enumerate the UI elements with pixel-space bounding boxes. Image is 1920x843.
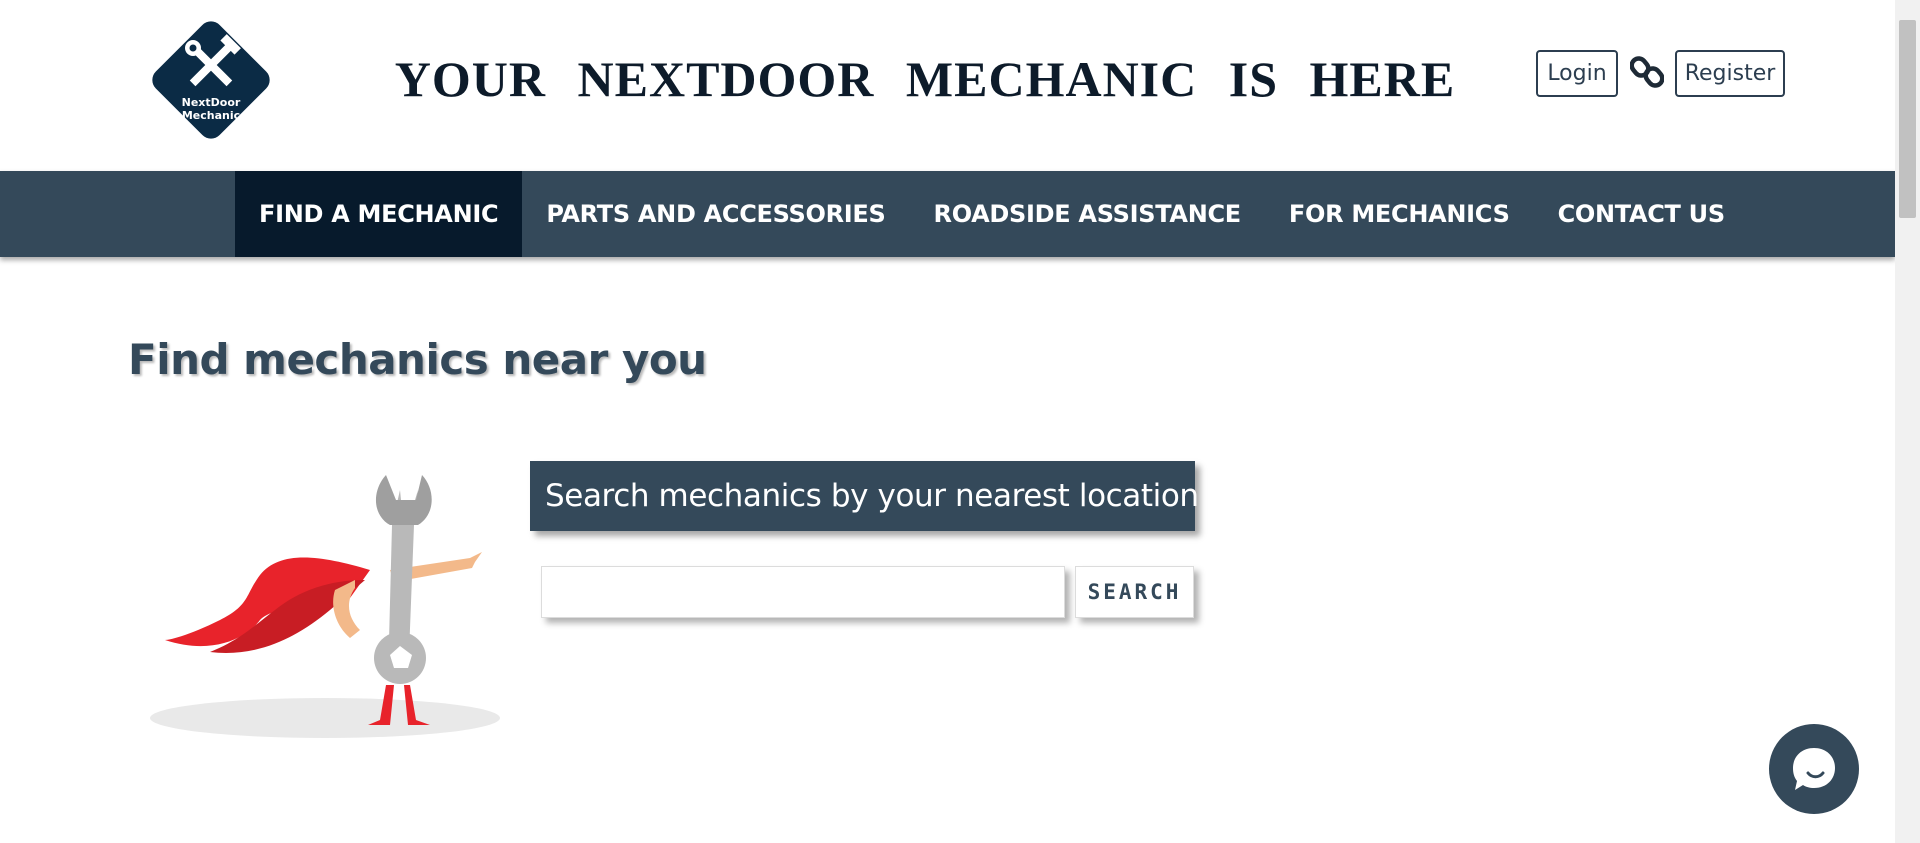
- nav-item-find-a-mechanic[interactable]: FIND A MECHANIC: [235, 171, 523, 257]
- link-icon: [1630, 56, 1664, 88]
- nav-item-contact-us[interactable]: CONTACT US: [1534, 171, 1749, 257]
- logo[interactable]: NextDoor Mechanic: [145, 14, 277, 146]
- main-navbar: FIND A MECHANIC PARTS AND ACCESSORIES RO…: [0, 171, 1895, 257]
- nav-menu: FIND A MECHANIC PARTS AND ACCESSORIES RO…: [235, 171, 1749, 257]
- search-button[interactable]: SEARCH: [1075, 566, 1194, 618]
- scrollbar-thumb[interactable]: [1899, 20, 1916, 218]
- login-button[interactable]: Login: [1536, 50, 1618, 97]
- register-button[interactable]: Register: [1675, 50, 1785, 97]
- chat-widget-button[interactable]: [1769, 724, 1859, 814]
- search-heading: Search mechanics by your nearest locatio…: [530, 461, 1199, 531]
- nav-item-for-mechanics[interactable]: FOR MECHANICS: [1265, 171, 1534, 257]
- site-header: NextDoor Mechanic YOUR NEXTDOOR MECHANIC…: [0, 0, 1895, 171]
- location-search-input[interactable]: [541, 566, 1065, 618]
- nav-item-roadside-assistance[interactable]: ROADSIDE ASSISTANCE: [910, 171, 1265, 257]
- page-title: Find mechanics near you: [128, 335, 707, 384]
- chat-bubble-icon: [1793, 748, 1835, 790]
- page-scrollbar[interactable]: [1895, 0, 1920, 843]
- logo-text-line1: NextDoor: [182, 96, 241, 109]
- site-tagline: YOUR NEXTDOOR MECHANIC IS HERE: [394, 51, 1456, 107]
- superhero-wrench-illustration: [150, 475, 500, 738]
- nav-item-parts-and-accessories[interactable]: PARTS AND ACCESSORIES: [522, 171, 909, 257]
- logo-text-line2: Mechanic: [182, 109, 240, 122]
